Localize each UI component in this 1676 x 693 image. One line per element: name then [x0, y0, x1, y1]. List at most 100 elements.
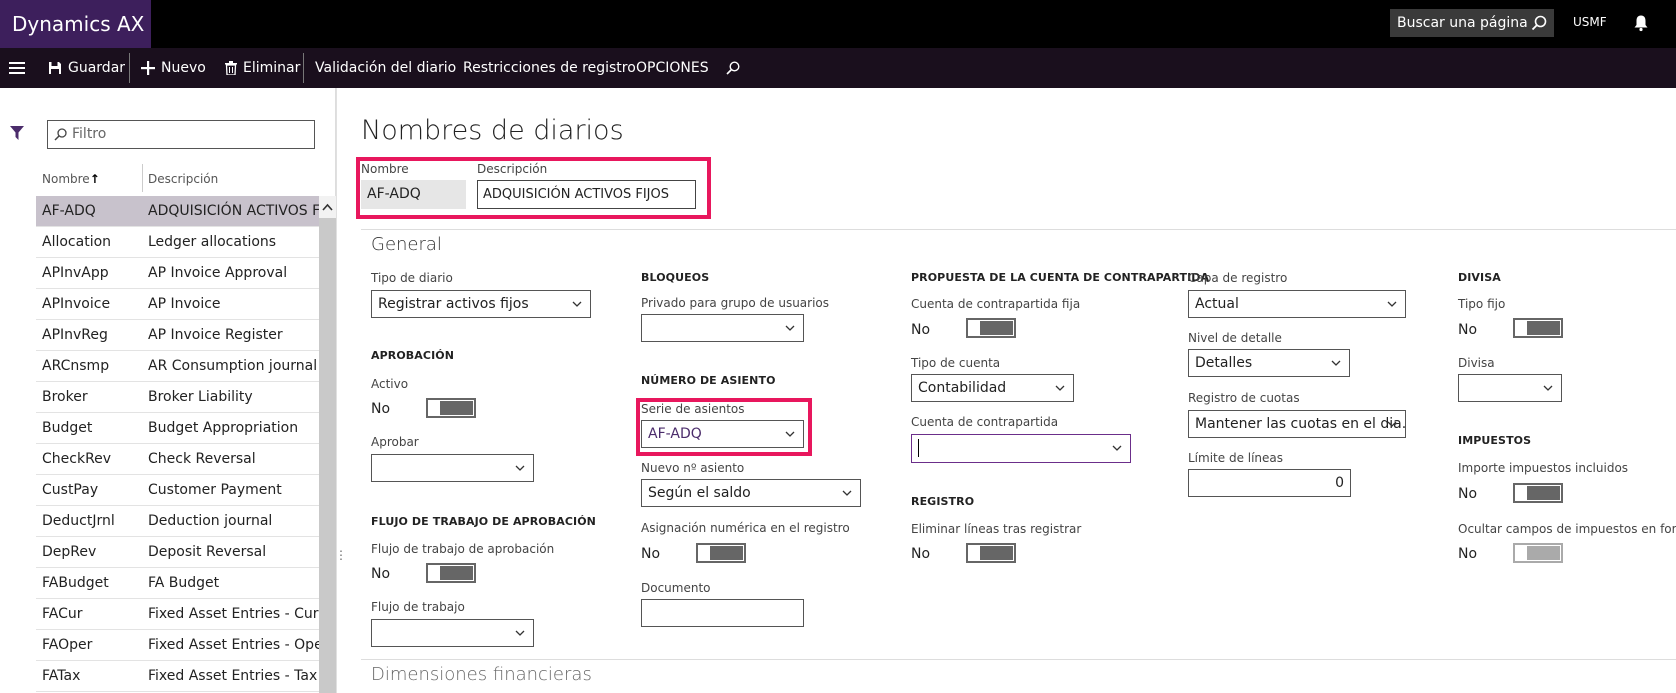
journal-type-label: Tipo de diario — [371, 271, 453, 285]
number-allocation-toggle[interactable] — [696, 543, 746, 563]
list-item[interactable]: DeductJrnl Deduction journal — [36, 506, 319, 537]
new-button[interactable]: Nuevo — [141, 48, 206, 88]
toggle-knob — [1527, 321, 1560, 335]
fixed-rate-value: No — [1458, 322, 1478, 338]
column-divider[interactable] — [142, 164, 143, 192]
validate-journal-button[interactable]: Validación del diario — [315, 48, 456, 88]
delete-lines-value: No — [911, 546, 931, 562]
list-item-description: Ledger allocations — [148, 234, 277, 250]
list-item[interactable]: FAOper Fixed Asset Entries - Operations — [36, 630, 319, 661]
search-placeholder: Buscar una página — [1397, 15, 1528, 31]
chevron-down-icon — [1331, 360, 1341, 366]
document-input[interactable] — [641, 599, 804, 627]
list-item[interactable]: Broker Broker Liability — [36, 382, 319, 413]
options-tab[interactable]: OPCIONES — [636, 48, 709, 88]
filter-icon[interactable] — [10, 126, 24, 140]
detail-level-select[interactable]: Detalles — [1188, 349, 1350, 377]
splitter-grip-icon[interactable]: ⋮ — [335, 548, 347, 562]
approval-workflow-toggle[interactable] — [426, 563, 476, 583]
approval-workflow-label: Flujo de trabajo de aprobación — [371, 542, 555, 556]
list-item[interactable]: ARCnsmp AR Consumption journal — [36, 351, 319, 382]
search-icon[interactable] — [726, 61, 740, 75]
scroll-up-button[interactable] — [319, 196, 336, 218]
search-icon[interactable] — [1531, 15, 1547, 31]
list-item-description: Fixed Asset Entries - Operations — [148, 637, 319, 653]
list-item-name: FACur — [42, 606, 83, 622]
list-item[interactable]: Allocation Ledger allocations — [36, 227, 319, 258]
sort-arrow-up-icon: ↑ — [89, 172, 100, 186]
new-voucher-label: Nuevo nº asiento — [641, 461, 745, 475]
search-icon — [54, 128, 67, 141]
list-scrollbar[interactable] — [319, 196, 336, 693]
list-item[interactable]: APInvApp AP Invoice Approval — [36, 258, 319, 289]
bell-icon[interactable] — [1632, 14, 1650, 32]
page-search-input[interactable]: Buscar una página — [1390, 9, 1554, 37]
highlight-box-header — [356, 157, 711, 219]
list-item[interactable]: AF-ADQ ADQUISICIÓN ACTIVOS FIJOS — [36, 196, 319, 227]
menu-button[interactable] — [9, 48, 25, 88]
list-item[interactable]: DepRev Deposit Reversal — [36, 537, 319, 568]
posting-section-title: REGISTRO — [911, 495, 975, 508]
journal-type-select[interactable]: Registrar activos fijos — [371, 290, 591, 318]
active-toggle[interactable] — [426, 398, 476, 418]
company-selector[interactable]: USMF — [1573, 15, 1607, 29]
toggle-knob — [980, 546, 1013, 560]
fixed-offset-value: No — [911, 322, 931, 338]
list-item-name: ARCnsmp — [42, 358, 110, 374]
fasttab-divider — [361, 229, 1676, 230]
delete-lines-toggle[interactable] — [966, 543, 1016, 563]
taxes-section-title: IMPUESTOS — [1458, 434, 1532, 447]
chevron-down-icon — [572, 301, 582, 307]
column-header-name[interactable]: Nombre↑ — [42, 172, 100, 186]
posting-layer-label: Capa de registro — [1188, 271, 1288, 285]
fasttab-general[interactable]: General — [371, 234, 442, 255]
new-voucher-select[interactable]: Según el saldo — [641, 479, 861, 507]
list-item[interactable]: CustPay Customer Payment — [36, 475, 319, 506]
list-item[interactable]: FABudget FA Budget — [36, 568, 319, 599]
list-item[interactable]: APInvReg AP Invoice Register — [36, 320, 319, 351]
pane-splitter[interactable] — [336, 88, 337, 693]
list-item-description: FA Budget — [148, 575, 220, 591]
highlight-box-voucher-series — [636, 398, 812, 456]
filter-input[interactable]: Filtro — [47, 120, 315, 149]
approve-select[interactable] — [371, 454, 534, 482]
app-title[interactable]: Dynamics AX — [0, 0, 151, 48]
column-header-description[interactable]: Descripción — [148, 172, 218, 186]
list-item-description: ADQUISICIÓN ACTIVOS FIJOS — [148, 203, 319, 219]
fixed-offset-toggle[interactable] — [966, 318, 1016, 338]
fixed-rate-label: Tipo fijo — [1458, 297, 1506, 311]
delete-button[interactable]: Eliminar — [225, 48, 300, 88]
currency-select[interactable] — [1458, 374, 1562, 402]
tax-included-toggle[interactable] — [1513, 483, 1563, 503]
posting-restrictions-button[interactable]: Restricciones de registro — [463, 48, 636, 88]
private-group-select[interactable] — [641, 314, 804, 342]
list-item[interactable]: APInvoice AP Invoice — [36, 289, 319, 320]
tax-included-value: No — [1458, 486, 1478, 502]
list-item-description: Deposit Reversal — [148, 544, 267, 560]
offset-account-select[interactable] — [911, 434, 1131, 463]
currency-label: Divisa — [1458, 356, 1495, 370]
workflow-select[interactable] — [371, 619, 534, 647]
list-item-description: AP Invoice Register — [148, 327, 283, 343]
document-label: Documento — [641, 581, 711, 595]
fasttab-financial-dimensions[interactable]: Dimensiones financieras — [371, 664, 592, 685]
account-type-select[interactable]: Contabilidad — [911, 374, 1074, 402]
list-item-name: CustPay — [42, 482, 99, 498]
list-item[interactable]: CheckRev Check Reversal — [36, 444, 319, 475]
chevron-down-icon — [1112, 445, 1122, 451]
fixed-rate-toggle[interactable] — [1513, 318, 1563, 338]
fee-posting-select[interactable]: Mantener las cuotas en el dia... — [1188, 410, 1406, 438]
list-item-description: Deduction journal — [148, 513, 273, 529]
list-item-description: Check Reversal — [148, 451, 256, 467]
list-item[interactable]: FATax Fixed Asset Entries - Tax — [36, 661, 319, 692]
toolbar-divider — [303, 53, 304, 83]
chevron-down-icon — [515, 630, 525, 636]
list-item-name: APInvReg — [42, 327, 108, 343]
list-item[interactable]: Budget Budget Appropriation — [36, 413, 319, 444]
workflow-label: Flujo de trabajo — [371, 600, 465, 614]
posting-layer-select[interactable]: Actual — [1188, 290, 1406, 318]
line-limit-input[interactable]: 0 — [1188, 469, 1351, 497]
list-item[interactable]: FACur Fixed Asset Entries - Current — [36, 599, 319, 630]
toggle-knob — [440, 401, 473, 415]
save-button[interactable]: Guardar — [48, 48, 125, 88]
